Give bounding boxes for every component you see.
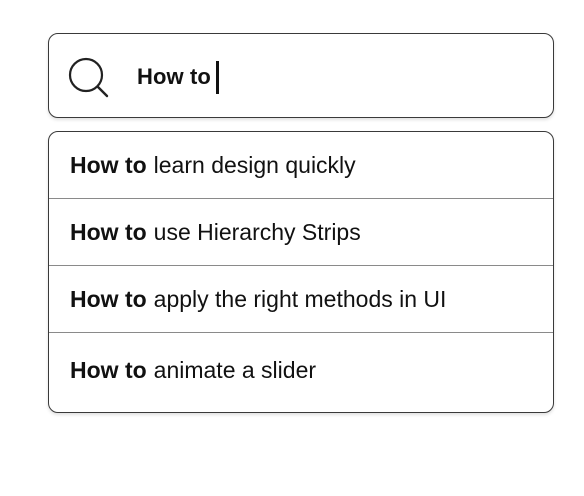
- suggestion-completion: learn design quickly: [153, 151, 356, 178]
- search-query-text: How to: [137, 64, 211, 89]
- suggestion-item[interactable]: How to learn design quickly: [49, 132, 553, 199]
- suggestion-completion: use Hierarchy Strips: [153, 218, 361, 245]
- suggestion-match-prefix: How to: [70, 356, 147, 383]
- text-caret: [215, 60, 219, 94]
- search-input[interactable]: How to: [48, 33, 554, 118]
- suggestion-item[interactable]: How to animate a slider: [49, 333, 553, 412]
- suggestions-dropdown: How to learn design quickly How to use H…: [48, 131, 554, 413]
- suggestion-completion: animate a slider: [153, 356, 317, 383]
- search-icon: [67, 56, 111, 100]
- suggestion-completion: apply the right methods in UI: [153, 285, 447, 312]
- suggestion-match-prefix: How to: [70, 218, 147, 245]
- suggestion-match-prefix: How to: [70, 151, 147, 178]
- search-query[interactable]: How to: [137, 60, 219, 94]
- suggestion-item[interactable]: How to use Hierarchy Strips: [49, 199, 553, 266]
- suggestion-item[interactable]: How to apply the right methods in UI: [49, 266, 553, 333]
- suggestion-match-prefix: How to: [70, 285, 147, 312]
